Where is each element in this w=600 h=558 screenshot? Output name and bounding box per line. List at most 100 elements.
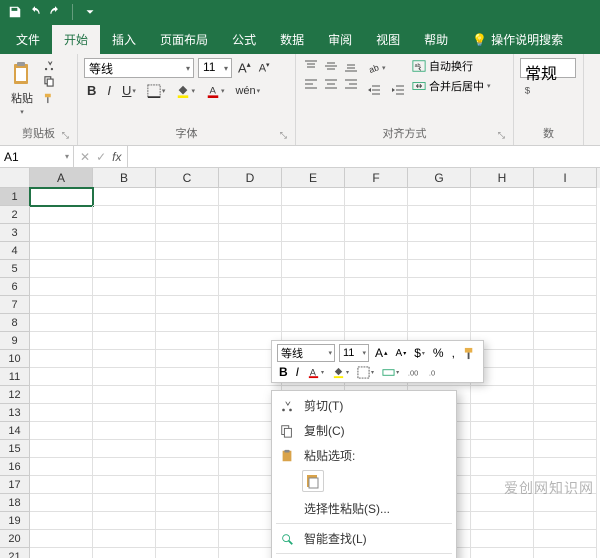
undo-icon[interactable] xyxy=(28,5,42,19)
cell[interactable] xyxy=(93,314,156,332)
row-header[interactable]: 8 xyxy=(0,314,30,332)
row-header[interactable]: 1 xyxy=(0,188,30,206)
cell[interactable] xyxy=(282,224,345,242)
row-header[interactable]: 12 xyxy=(0,386,30,404)
wrap-text-button[interactable]: ab自动换行 xyxy=(412,58,491,74)
phonetic-button[interactable]: wén▾ xyxy=(232,84,263,98)
cut-icon[interactable] xyxy=(42,58,56,72)
cell[interactable] xyxy=(156,350,219,368)
customize-qat-icon[interactable] xyxy=(83,5,97,19)
cell[interactable] xyxy=(471,512,534,530)
mini-bold-button[interactable]: B xyxy=(277,365,290,379)
cell[interactable] xyxy=(408,314,471,332)
cell[interactable] xyxy=(534,440,597,458)
mini-italic-button[interactable]: I xyxy=(294,365,301,379)
cell[interactable] xyxy=(93,206,156,224)
cell[interactable] xyxy=(93,440,156,458)
align-right-icon[interactable] xyxy=(342,76,360,92)
column-header[interactable]: E xyxy=(282,168,345,188)
cell[interactable] xyxy=(156,404,219,422)
cell[interactable] xyxy=(156,260,219,278)
ctx-cut[interactable]: 剪切(T) xyxy=(272,393,456,418)
font-color-button[interactable]: A▾ xyxy=(203,83,228,99)
cell[interactable] xyxy=(30,278,93,296)
mini-font-size[interactable]: 11▾ xyxy=(339,344,369,362)
cell[interactable] xyxy=(345,206,408,224)
mini-decrease-decimal-icon[interactable]: .0 xyxy=(426,366,443,379)
cell[interactable] xyxy=(30,206,93,224)
cell[interactable] xyxy=(534,386,597,404)
cell[interactable] xyxy=(156,332,219,350)
cell[interactable] xyxy=(534,314,597,332)
row-header[interactable]: 9 xyxy=(0,332,30,350)
cell[interactable] xyxy=(282,242,345,260)
cell[interactable] xyxy=(471,386,534,404)
indent-decrease-icon[interactable] xyxy=(364,82,384,98)
cell[interactable] xyxy=(93,476,156,494)
align-top-icon[interactable] xyxy=(302,58,320,74)
cancel-fx-icon[interactable]: ✕ xyxy=(80,150,90,164)
cell[interactable] xyxy=(345,188,408,206)
cell[interactable] xyxy=(282,260,345,278)
row-header[interactable]: 7 xyxy=(0,296,30,314)
cell[interactable] xyxy=(30,494,93,512)
cell[interactable] xyxy=(534,548,597,558)
cell[interactable] xyxy=(156,224,219,242)
row-header[interactable]: 11 xyxy=(0,368,30,386)
orientation-button[interactable]: ab▾ xyxy=(364,60,408,76)
cell[interactable] xyxy=(345,260,408,278)
cell[interactable] xyxy=(93,278,156,296)
cell[interactable] xyxy=(30,332,93,350)
fx-icon[interactable]: fx xyxy=(112,150,121,164)
cell[interactable] xyxy=(471,260,534,278)
tab-home[interactable]: 开始 xyxy=(52,25,100,54)
mini-comma-icon[interactable]: , xyxy=(450,346,457,360)
row-header[interactable]: 10 xyxy=(0,350,30,368)
cell[interactable] xyxy=(471,530,534,548)
cell[interactable] xyxy=(93,188,156,206)
row-header[interactable]: 4 xyxy=(0,242,30,260)
mini-increase-font-icon[interactable]: A▴ xyxy=(373,346,390,360)
cell[interactable] xyxy=(30,530,93,548)
cell[interactable] xyxy=(30,314,93,332)
cell[interactable] xyxy=(471,206,534,224)
row-header[interactable]: 5 xyxy=(0,260,30,278)
font-name-select[interactable]: 等线▾ xyxy=(84,58,194,78)
cell[interactable] xyxy=(219,224,282,242)
row-header[interactable]: 18 xyxy=(0,494,30,512)
cell[interactable] xyxy=(156,548,219,558)
cell[interactable] xyxy=(471,458,534,476)
row-header[interactable]: 14 xyxy=(0,422,30,440)
cell[interactable] xyxy=(30,548,93,558)
ctx-paste-default[interactable] xyxy=(302,470,324,492)
column-header[interactable]: H xyxy=(471,168,534,188)
column-header[interactable]: D xyxy=(219,168,282,188)
column-header[interactable]: I xyxy=(534,168,597,188)
bold-button[interactable]: B xyxy=(84,82,99,99)
select-all-corner[interactable] xyxy=(0,168,30,188)
cell[interactable] xyxy=(156,386,219,404)
row-header[interactable]: 3 xyxy=(0,224,30,242)
cell[interactable] xyxy=(30,368,93,386)
cell[interactable] xyxy=(408,188,471,206)
align-bottom-icon[interactable] xyxy=(342,58,360,74)
row-header[interactable]: 13 xyxy=(0,404,30,422)
cell[interactable] xyxy=(93,404,156,422)
cell[interactable] xyxy=(345,296,408,314)
cell[interactable] xyxy=(534,530,597,548)
cell[interactable] xyxy=(534,404,597,422)
cell[interactable] xyxy=(408,296,471,314)
cell[interactable] xyxy=(93,548,156,558)
cell[interactable] xyxy=(156,512,219,530)
cell[interactable] xyxy=(345,278,408,296)
cell[interactable] xyxy=(156,206,219,224)
column-header[interactable]: A xyxy=(30,168,93,188)
tab-help[interactable]: 帮助 xyxy=(412,25,460,54)
cell[interactable] xyxy=(534,242,597,260)
row-header[interactable]: 17 xyxy=(0,476,30,494)
tab-view[interactable]: 视图 xyxy=(364,25,412,54)
cell[interactable] xyxy=(219,314,282,332)
cell[interactable] xyxy=(93,260,156,278)
cell[interactable] xyxy=(30,476,93,494)
cell[interactable] xyxy=(93,530,156,548)
